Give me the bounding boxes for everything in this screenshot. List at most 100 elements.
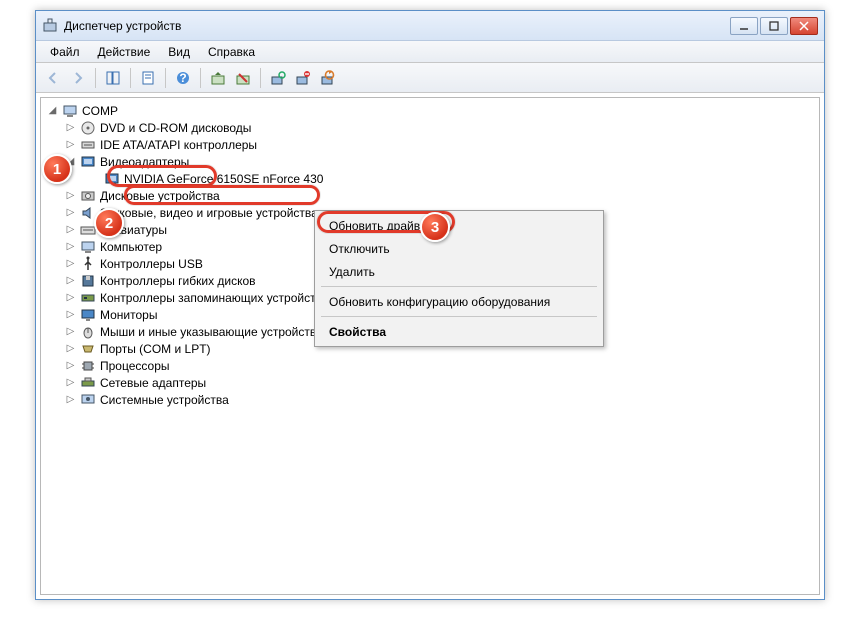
tree-label: Дисковые устройства: [100, 189, 220, 203]
tree-item-processors[interactable]: ▷ Процессоры: [43, 357, 817, 374]
ctx-label: Удалить: [329, 265, 375, 279]
tree-label: Мониторы: [100, 308, 157, 322]
svg-text:?: ?: [179, 71, 186, 85]
tree-root[interactable]: ◢ COMP: [43, 102, 817, 119]
tree-label: DVD и CD-ROM дисководы: [100, 121, 251, 135]
toolbar-separator: [260, 68, 261, 88]
menu-action[interactable]: Действие: [90, 43, 159, 61]
ctx-properties[interactable]: Свойства: [317, 320, 601, 343]
ctx-separator: [321, 286, 597, 287]
tree-label: Компьютер: [100, 240, 162, 254]
show-hide-tree-button[interactable]: [102, 67, 124, 89]
ide-icon: [80, 137, 96, 153]
toolbar-separator: [165, 68, 166, 88]
toolbar-separator: [130, 68, 131, 88]
usb-icon: [80, 256, 96, 272]
menu-view[interactable]: Вид: [160, 43, 198, 61]
tree-label: Контроллеры гибких дисков: [100, 274, 256, 288]
toolbar-separator: [95, 68, 96, 88]
tree-label: Контроллеры запоминающих устройств: [100, 291, 322, 305]
spacer: [89, 173, 100, 184]
floppy-icon: [80, 273, 96, 289]
tree-item-nvidia[interactable]: NVIDIA GeForce 6150SE nForce 430: [43, 170, 817, 187]
tree-label: Сетевые адаптеры: [100, 376, 206, 390]
app-icon: [42, 18, 58, 34]
expand-icon[interactable]: ▷: [65, 139, 76, 150]
expand-icon[interactable]: ▷: [65, 377, 76, 388]
maximize-button[interactable]: [760, 17, 788, 35]
tree-label: NVIDIA GeForce 6150SE nForce 430: [124, 172, 323, 186]
tree-item-video-adapters[interactable]: ◢ Видеоадаптеры: [43, 153, 817, 170]
scan-hardware-button[interactable]: [267, 67, 289, 89]
tree-label: Контроллеры USB: [100, 257, 203, 271]
tree-label: Звуковые, видео и игровые устройства: [100, 206, 318, 220]
expand-icon[interactable]: ▷: [65, 258, 76, 269]
help-button[interactable]: ?: [172, 67, 194, 89]
expand-icon[interactable]: ▷: [65, 292, 76, 303]
tree-item-disk[interactable]: ▷ Дисковые устройства: [43, 187, 817, 204]
tree-item-dvd[interactable]: ▷ DVD и CD-ROM дисководы: [43, 119, 817, 136]
tree-label: Видеоадаптеры: [100, 155, 189, 169]
disk-icon: [80, 188, 96, 204]
toolbar-separator: [200, 68, 201, 88]
context-menu: Обновить драйверы... Отключить Удалить О…: [314, 210, 604, 347]
toolbar: ?: [36, 63, 824, 93]
cpu-icon: [80, 358, 96, 374]
tree-item-ide[interactable]: ▷ IDE ATA/ATAPI контроллеры: [43, 136, 817, 153]
expand-icon[interactable]: ▷: [65, 275, 76, 286]
close-button[interactable]: [790, 17, 818, 35]
system-device-icon: [80, 392, 96, 408]
ctx-separator: [321, 316, 597, 317]
update-driver-button[interactable]: [207, 67, 229, 89]
tree-label: Мыши и иные указывающие устройства: [100, 325, 323, 339]
ctx-label: Свойства: [329, 325, 386, 339]
network-icon: [80, 375, 96, 391]
tree-label: IDE ATA/ATAPI контроллеры: [100, 138, 257, 152]
computer-icon: [62, 103, 78, 119]
mouse-icon: [80, 324, 96, 340]
menubar: Файл Действие Вид Справка: [36, 41, 824, 63]
tree-item-system[interactable]: ▷ Системные устройства: [43, 391, 817, 408]
minimize-button[interactable]: [730, 17, 758, 35]
tree-label: Процессоры: [100, 359, 170, 373]
tree-item-network[interactable]: ▷ Сетевые адаптеры: [43, 374, 817, 391]
expand-icon[interactable]: ▷: [65, 394, 76, 405]
expand-icon[interactable]: ▷: [65, 122, 76, 133]
storage-controller-icon: [80, 290, 96, 306]
forward-button: [67, 67, 89, 89]
disable-button[interactable]: [292, 67, 314, 89]
ctx-scan-hardware[interactable]: Обновить конфигурацию оборудования: [317, 290, 601, 313]
enable-button[interactable]: [317, 67, 339, 89]
tree-root-label: COMP: [82, 104, 118, 118]
collapse-icon[interactable]: ◢: [47, 105, 58, 116]
expand-icon[interactable]: ▷: [65, 309, 76, 320]
ctx-label: Обновить конфигурацию оборудования: [329, 295, 550, 309]
ctx-delete[interactable]: Удалить: [317, 260, 601, 283]
expand-icon[interactable]: ▷: [65, 343, 76, 354]
port-icon: [80, 341, 96, 357]
display-adapter-icon: [104, 171, 120, 187]
expand-icon[interactable]: ▷: [65, 190, 76, 201]
ctx-disable[interactable]: Отключить: [317, 237, 601, 260]
expand-icon[interactable]: ▷: [65, 241, 76, 252]
uninstall-button[interactable]: [232, 67, 254, 89]
expand-icon[interactable]: ▷: [65, 360, 76, 371]
ctx-label: Отключить: [329, 242, 390, 256]
window-buttons: [730, 17, 818, 35]
ctx-update-drivers[interactable]: Обновить драйверы...: [317, 214, 601, 237]
computer-icon: [80, 239, 96, 255]
expand-icon[interactable]: ▷: [65, 207, 76, 218]
annotation-badge-3: 3: [420, 212, 450, 242]
annotation-badge-2: 2: [94, 208, 124, 238]
menu-file[interactable]: Файл: [42, 43, 88, 61]
display-adapter-icon: [80, 154, 96, 170]
titlebar: Диспетчер устройств: [36, 11, 824, 41]
tree-label: Порты (COM и LPT): [100, 342, 211, 356]
disc-drive-icon: [80, 120, 96, 136]
properties-button[interactable]: [137, 67, 159, 89]
back-button: [42, 67, 64, 89]
menu-help[interactable]: Справка: [200, 43, 263, 61]
expand-icon[interactable]: ▷: [65, 326, 76, 337]
expand-icon[interactable]: ▷: [65, 224, 76, 235]
tree-label: Системные устройства: [100, 393, 229, 407]
